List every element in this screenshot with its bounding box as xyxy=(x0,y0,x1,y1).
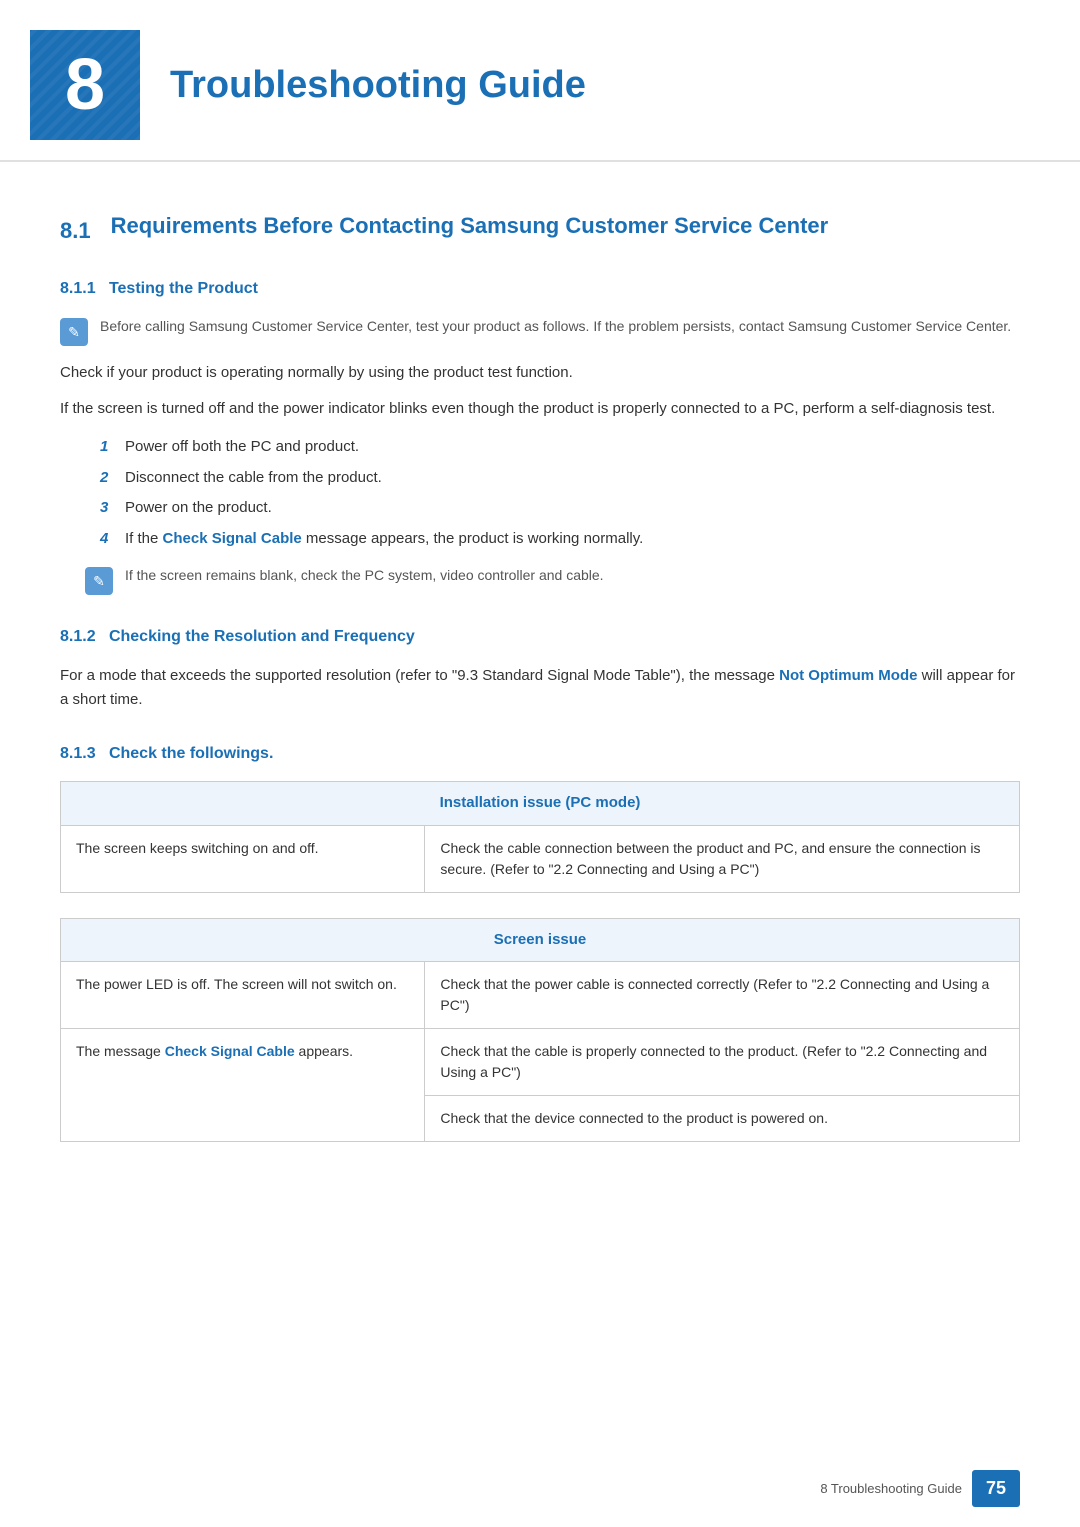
screen-issue-1: The power LED is off. The screen will no… xyxy=(61,962,425,1029)
body-text-2: If the screen is turned off and the powe… xyxy=(60,397,1020,421)
chapter-title: Troubleshooting Guide xyxy=(170,57,586,114)
section-8-1-1-heading: 8.1.1 Testing the Product xyxy=(60,277,1020,301)
step-2-text: Disconnect the cable from the product. xyxy=(125,467,382,490)
screen-issue-2: The message Check Signal Cable appears. xyxy=(61,1029,425,1142)
section-8-1-number: 8.1 xyxy=(60,212,91,247)
steps-list: 1 Power off both the PC and product. 2 D… xyxy=(100,436,1020,550)
section-8-1-title: Requirements Before Contacting Samsung C… xyxy=(111,212,829,241)
step-4-text: If the Check Signal Cable message appear… xyxy=(125,528,643,551)
table-row: The screen keeps switching on and off. C… xyxy=(61,825,1020,892)
table-row: The message Check Signal Cable appears. … xyxy=(61,1029,1020,1142)
screen-solution-1: Check that the power cable is connected … xyxy=(425,962,1020,1029)
installation-solution-1: Check the cable connection between the p… xyxy=(425,825,1020,892)
header: 8 Troubleshooting Guide xyxy=(0,0,1080,162)
footer: 8 Troubleshooting Guide 75 xyxy=(820,1470,1020,1507)
step-2: 2 Disconnect the cable from the product. xyxy=(100,467,1020,490)
note-2-text: If the screen remains blank, check the P… xyxy=(125,565,604,586)
note-icon-2 xyxy=(85,567,113,595)
section-8-1-2: 8.1.2 Checking the Resolution and Freque… xyxy=(60,625,1020,712)
step-3-text: Power on the product. xyxy=(125,497,272,520)
section-8-1-2-heading: 8.1.2 Checking the Resolution and Freque… xyxy=(60,625,1020,649)
screen-table: Screen issue The power LED is off. The s… xyxy=(60,918,1020,1143)
screen-table-header: Screen issue xyxy=(61,918,1020,962)
section-8-1: 8.1 Requirements Before Contacting Samsu… xyxy=(60,212,1020,247)
installation-table-header: Installation issue (PC mode) xyxy=(61,782,1020,826)
body-text-1: Check if your product is operating norma… xyxy=(60,361,1020,385)
step-4: 4 If the Check Signal Cable message appe… xyxy=(100,528,1020,551)
step-3: 3 Power on the product. xyxy=(100,497,1020,520)
chapter-number: 8 xyxy=(30,30,140,140)
table-row: The power LED is off. The screen will no… xyxy=(61,962,1020,1029)
step-1: 1 Power off both the PC and product. xyxy=(100,436,1020,459)
section-8-1-1: 8.1.1 Testing the Product Before calling… xyxy=(60,277,1020,595)
installation-table: Installation issue (PC mode) The screen … xyxy=(60,781,1020,893)
note-1: Before calling Samsung Customer Service … xyxy=(60,316,1020,346)
footer-page: 75 xyxy=(972,1470,1020,1507)
installation-issue-1: The screen keeps switching on and off. xyxy=(61,825,425,892)
section-8-1-3: 8.1.3 Check the followings. Installation… xyxy=(60,742,1020,1142)
footer-text: 8 Troubleshooting Guide xyxy=(820,1479,962,1499)
note-icon-1 xyxy=(60,318,88,346)
section-8-1-2-body: For a mode that exceeds the supported re… xyxy=(60,664,1020,712)
step-1-text: Power off both the PC and product. xyxy=(125,436,359,459)
screen-solution-2: Check that the cable is properly connect… xyxy=(425,1029,1020,1142)
note-2: If the screen remains blank, check the P… xyxy=(85,565,1020,595)
section-8-1-3-heading: 8.1.3 Check the followings. xyxy=(60,742,1020,766)
main-content: 8.1 Requirements Before Contacting Samsu… xyxy=(0,192,1080,1247)
note-1-text: Before calling Samsung Customer Service … xyxy=(100,316,1011,337)
